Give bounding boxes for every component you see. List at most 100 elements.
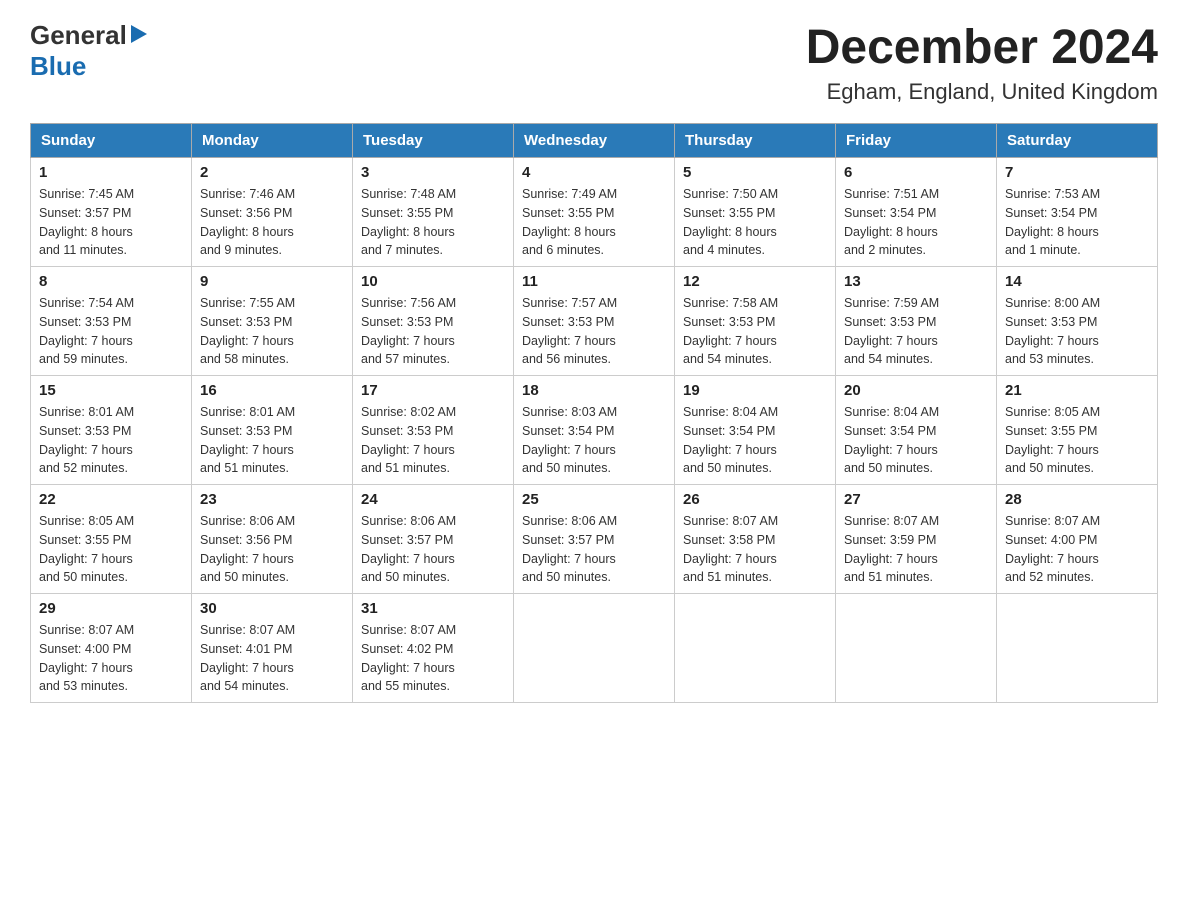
calendar-title: December 2024 (806, 20, 1158, 75)
day-info: Sunrise: 7:58 AMSunset: 3:53 PMDaylight:… (683, 294, 827, 369)
day-number: 23 (200, 491, 344, 508)
day-number: 15 (39, 382, 183, 399)
table-row: 7 Sunrise: 7:53 AMSunset: 3:54 PMDayligh… (997, 158, 1158, 267)
day-info: Sunrise: 7:59 AMSunset: 3:53 PMDaylight:… (844, 294, 988, 369)
logo-blue-text: Blue (30, 51, 86, 81)
day-info: Sunrise: 7:50 AMSunset: 3:55 PMDaylight:… (683, 185, 827, 260)
day-info: Sunrise: 8:07 AMSunset: 4:01 PMDaylight:… (200, 621, 344, 696)
day-number: 30 (200, 600, 344, 617)
day-number: 8 (39, 273, 183, 290)
day-number: 10 (361, 273, 505, 290)
col-friday: Friday (836, 124, 997, 158)
day-number: 20 (844, 382, 988, 399)
day-number: 14 (1005, 273, 1149, 290)
table-row (675, 594, 836, 703)
day-info: Sunrise: 7:46 AMSunset: 3:56 PMDaylight:… (200, 185, 344, 260)
table-row: 17 Sunrise: 8:02 AMSunset: 3:53 PMDaylig… (353, 376, 514, 485)
calendar-header-row: Sunday Monday Tuesday Wednesday Thursday… (31, 124, 1158, 158)
day-number: 21 (1005, 382, 1149, 399)
day-info: Sunrise: 8:07 AMSunset: 4:02 PMDaylight:… (361, 621, 505, 696)
day-number: 2 (200, 164, 344, 181)
table-row: 12 Sunrise: 7:58 AMSunset: 3:53 PMDaylig… (675, 267, 836, 376)
day-number: 31 (361, 600, 505, 617)
table-row: 11 Sunrise: 7:57 AMSunset: 3:53 PMDaylig… (514, 267, 675, 376)
table-row: 31 Sunrise: 8:07 AMSunset: 4:02 PMDaylig… (353, 594, 514, 703)
day-info: Sunrise: 8:06 AMSunset: 3:56 PMDaylight:… (200, 512, 344, 587)
logo: General Blue (30, 20, 147, 82)
day-info: Sunrise: 7:56 AMSunset: 3:53 PMDaylight:… (361, 294, 505, 369)
day-info: Sunrise: 8:07 AMSunset: 4:00 PMDaylight:… (39, 621, 183, 696)
table-row: 1 Sunrise: 7:45 AMSunset: 3:57 PMDayligh… (31, 158, 192, 267)
table-row: 8 Sunrise: 7:54 AMSunset: 3:53 PMDayligh… (31, 267, 192, 376)
table-row: 26 Sunrise: 8:07 AMSunset: 3:58 PMDaylig… (675, 485, 836, 594)
table-row: 6 Sunrise: 7:51 AMSunset: 3:54 PMDayligh… (836, 158, 997, 267)
page-header: General Blue December 2024 Egham, Englan… (30, 20, 1158, 105)
table-row: 14 Sunrise: 8:00 AMSunset: 3:53 PMDaylig… (997, 267, 1158, 376)
table-row: 15 Sunrise: 8:01 AMSunset: 3:53 PMDaylig… (31, 376, 192, 485)
day-number: 13 (844, 273, 988, 290)
day-info: Sunrise: 7:57 AMSunset: 3:53 PMDaylight:… (522, 294, 666, 369)
calendar-week-row: 1 Sunrise: 7:45 AMSunset: 3:57 PMDayligh… (31, 158, 1158, 267)
table-row: 5 Sunrise: 7:50 AMSunset: 3:55 PMDayligh… (675, 158, 836, 267)
day-number: 24 (361, 491, 505, 508)
table-row: 23 Sunrise: 8:06 AMSunset: 3:56 PMDaylig… (192, 485, 353, 594)
calendar-week-row: 22 Sunrise: 8:05 AMSunset: 3:55 PMDaylig… (31, 485, 1158, 594)
day-number: 17 (361, 382, 505, 399)
table-row: 19 Sunrise: 8:04 AMSunset: 3:54 PMDaylig… (675, 376, 836, 485)
day-info: Sunrise: 8:01 AMSunset: 3:53 PMDaylight:… (200, 403, 344, 478)
day-number: 29 (39, 600, 183, 617)
table-row: 18 Sunrise: 8:03 AMSunset: 3:54 PMDaylig… (514, 376, 675, 485)
day-number: 4 (522, 164, 666, 181)
day-info: Sunrise: 8:07 AMSunset: 3:59 PMDaylight:… (844, 512, 988, 587)
day-number: 19 (683, 382, 827, 399)
table-row: 24 Sunrise: 8:06 AMSunset: 3:57 PMDaylig… (353, 485, 514, 594)
table-row: 16 Sunrise: 8:01 AMSunset: 3:53 PMDaylig… (192, 376, 353, 485)
table-row (997, 594, 1158, 703)
day-info: Sunrise: 8:06 AMSunset: 3:57 PMDaylight:… (522, 512, 666, 587)
day-info: Sunrise: 7:53 AMSunset: 3:54 PMDaylight:… (1005, 185, 1149, 260)
day-number: 27 (844, 491, 988, 508)
col-thursday: Thursday (675, 124, 836, 158)
table-row: 27 Sunrise: 8:07 AMSunset: 3:59 PMDaylig… (836, 485, 997, 594)
day-number: 9 (200, 273, 344, 290)
day-number: 7 (1005, 164, 1149, 181)
day-info: Sunrise: 8:04 AMSunset: 3:54 PMDaylight:… (844, 403, 988, 478)
calendar-week-row: 29 Sunrise: 8:07 AMSunset: 4:00 PMDaylig… (31, 594, 1158, 703)
day-info: Sunrise: 7:48 AMSunset: 3:55 PMDaylight:… (361, 185, 505, 260)
day-info: Sunrise: 8:07 AMSunset: 4:00 PMDaylight:… (1005, 512, 1149, 587)
logo-general-text: General (30, 20, 127, 51)
table-row: 2 Sunrise: 7:46 AMSunset: 3:56 PMDayligh… (192, 158, 353, 267)
day-number: 25 (522, 491, 666, 508)
calendar-week-row: 15 Sunrise: 8:01 AMSunset: 3:53 PMDaylig… (31, 376, 1158, 485)
col-saturday: Saturday (997, 124, 1158, 158)
table-row: 20 Sunrise: 8:04 AMSunset: 3:54 PMDaylig… (836, 376, 997, 485)
day-number: 18 (522, 382, 666, 399)
table-row: 25 Sunrise: 8:06 AMSunset: 3:57 PMDaylig… (514, 485, 675, 594)
day-number: 1 (39, 164, 183, 181)
table-row: 22 Sunrise: 8:05 AMSunset: 3:55 PMDaylig… (31, 485, 192, 594)
day-info: Sunrise: 8:02 AMSunset: 3:53 PMDaylight:… (361, 403, 505, 478)
day-info: Sunrise: 7:45 AMSunset: 3:57 PMDaylight:… (39, 185, 183, 260)
day-info: Sunrise: 8:03 AMSunset: 3:54 PMDaylight:… (522, 403, 666, 478)
table-row: 4 Sunrise: 7:49 AMSunset: 3:55 PMDayligh… (514, 158, 675, 267)
col-sunday: Sunday (31, 124, 192, 158)
table-row: 29 Sunrise: 8:07 AMSunset: 4:00 PMDaylig… (31, 594, 192, 703)
day-info: Sunrise: 7:49 AMSunset: 3:55 PMDaylight:… (522, 185, 666, 260)
day-info: Sunrise: 8:05 AMSunset: 3:55 PMDaylight:… (39, 512, 183, 587)
day-number: 6 (844, 164, 988, 181)
day-number: 5 (683, 164, 827, 181)
table-row: 9 Sunrise: 7:55 AMSunset: 3:53 PMDayligh… (192, 267, 353, 376)
day-number: 16 (200, 382, 344, 399)
table-row: 21 Sunrise: 8:05 AMSunset: 3:55 PMDaylig… (997, 376, 1158, 485)
table-row: 13 Sunrise: 7:59 AMSunset: 3:53 PMDaylig… (836, 267, 997, 376)
day-info: Sunrise: 7:55 AMSunset: 3:53 PMDaylight:… (200, 294, 344, 369)
table-row: 28 Sunrise: 8:07 AMSunset: 4:00 PMDaylig… (997, 485, 1158, 594)
day-number: 28 (1005, 491, 1149, 508)
day-info: Sunrise: 8:00 AMSunset: 3:53 PMDaylight:… (1005, 294, 1149, 369)
col-monday: Monday (192, 124, 353, 158)
calendar-location: Egham, England, United Kingdom (806, 79, 1158, 105)
day-info: Sunrise: 8:07 AMSunset: 3:58 PMDaylight:… (683, 512, 827, 587)
calendar-week-row: 8 Sunrise: 7:54 AMSunset: 3:53 PMDayligh… (31, 267, 1158, 376)
title-block: December 2024 Egham, England, United Kin… (806, 20, 1158, 105)
table-row (836, 594, 997, 703)
